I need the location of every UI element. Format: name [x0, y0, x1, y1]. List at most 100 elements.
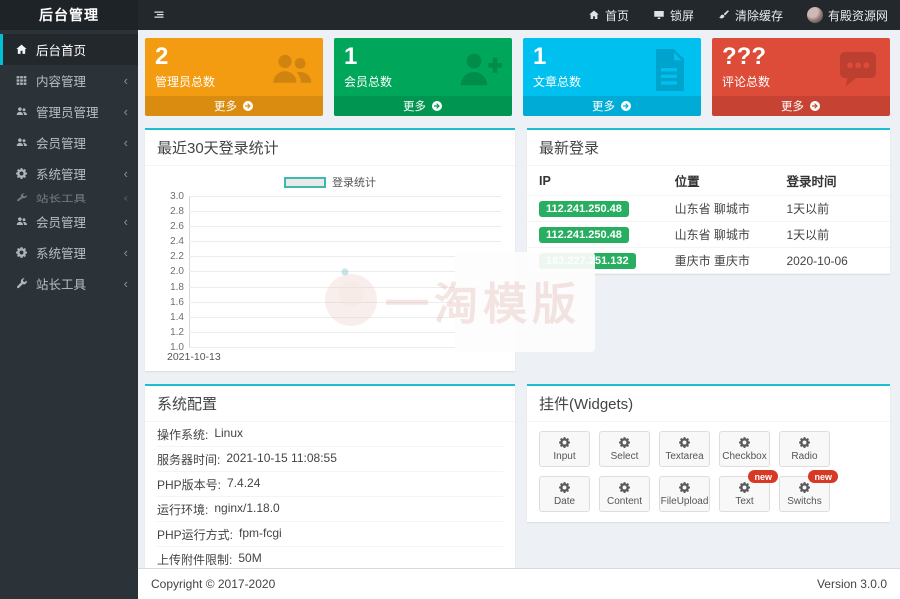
comments-bubble-icon	[834, 46, 882, 94]
grid-icon	[15, 74, 28, 87]
widget-button[interactable]: FileUpload	[659, 476, 710, 512]
widget-label: Text	[735, 496, 753, 507]
ip-badge: 183.227.251.132	[539, 253, 636, 269]
location-cell: 重庆市 重庆市	[675, 252, 787, 269]
gear-icon	[558, 436, 571, 449]
username: 有殿资源网	[828, 7, 888, 24]
config-value: nginx/1.18.0	[214, 501, 279, 518]
column-header: 位置	[675, 171, 787, 190]
widget-button[interactable]: Input	[539, 431, 590, 467]
chevron-left-icon	[124, 277, 128, 290]
home-icon	[15, 43, 28, 56]
sidebar-item-dashboard[interactable]: 后台首页	[0, 34, 138, 65]
chevron-left-icon	[124, 246, 128, 259]
users-icon	[15, 136, 28, 149]
lock-screen-icon	[653, 9, 665, 21]
sidebar-toggle-button[interactable]	[138, 0, 180, 30]
navbar-link-home[interactable]: 首页	[576, 0, 641, 30]
gear-icon	[618, 436, 631, 449]
gear-icon	[15, 246, 28, 259]
card-member-total: 1 会员总数 更多	[334, 38, 512, 116]
y-tick-label: 1.2	[157, 327, 184, 338]
page-footer: Copyright © 2017-2020 Version 3.0.0	[138, 568, 900, 599]
widget-button[interactable]: Content	[599, 476, 650, 512]
sidebar-item-members[interactable]: 会员管理	[0, 127, 138, 158]
y-tick-label: 1.4	[157, 312, 184, 323]
admin-dashboard: 后台管理 首页 锁屏	[0, 0, 900, 599]
widgets-grid: Input Select Textarea	[527, 422, 890, 522]
system-config-panel: 系统配置 操作系统: Linux 服务器时间: 2021-10-15 11:08…	[145, 384, 515, 599]
chevron-left-icon	[124, 215, 128, 228]
sidebar-item-webmaster-tools[interactable]: 站长工具	[0, 191, 138, 204]
navbar-link-clear-cache[interactable]: 清除缓存	[706, 0, 795, 30]
panel-title-system-config: 系统配置	[145, 386, 515, 422]
sidebar-item-admins[interactable]: 管理员管理	[0, 96, 138, 127]
arrow-circle-right-icon	[809, 100, 821, 112]
widget-button[interactable]: Select	[599, 431, 650, 467]
chevron-left-icon	[124, 105, 128, 118]
chart-data-point	[341, 269, 348, 276]
sidebar-item-content[interactable]: 内容管理	[0, 65, 138, 96]
latest-login-panel: 最新登录 IP位置登录时间 112.241.250.48 山东省 聊城市 1天以…	[527, 128, 890, 274]
clear-cache-icon	[718, 9, 730, 21]
config-label: PHP版本号:	[157, 476, 221, 493]
widget-button[interactable]: Textarea	[659, 431, 710, 467]
widget-button[interactable]: Radio	[779, 431, 830, 467]
sidebar-item-system-2[interactable]: 系统管理	[0, 237, 138, 268]
widget-label: Content	[607, 496, 642, 507]
login-time-cell: 1天以前	[786, 200, 878, 217]
card-more-link[interactable]: 更多	[712, 96, 890, 116]
panel-title-login-stats: 最近30天登录统计	[145, 130, 515, 166]
legend-label: 登录统计	[332, 174, 376, 190]
version-text: Version 3.0.0	[817, 577, 887, 591]
login-table-body: 112.241.250.48 山东省 聊城市 1天以前 112.241.250.…	[527, 196, 890, 274]
avatar	[807, 7, 823, 23]
line-chart: 3.0 2.8 2.6	[157, 196, 503, 348]
navbar-link-lockscreen[interactable]: 锁屏	[641, 0, 706, 30]
chart-legend: 登录统计	[157, 174, 503, 190]
config-label: 服务器时间:	[157, 451, 220, 468]
gridline	[189, 287, 501, 288]
card-more-link[interactable]: 更多	[145, 96, 323, 116]
row-3: 系统配置 操作系统: Linux 服务器时间: 2021-10-15 11:08…	[145, 384, 890, 599]
panel-title-latest-login: 最新登录	[527, 130, 890, 166]
wrench-icon	[15, 277, 28, 290]
sidebar-item-system[interactable]: 系统管理	[0, 158, 138, 189]
widget-label: Checkbox	[722, 451, 766, 462]
config-label: 上传附件限制:	[157, 551, 232, 568]
user-menu[interactable]: 有殿资源网	[795, 0, 900, 30]
sidebar: 后台首页 内容管理 管理员管理 会员管理	[0, 30, 138, 599]
widget-button[interactable]: Switchs new	[779, 476, 830, 512]
widget-label: FileUpload	[661, 496, 709, 507]
legend-swatch	[284, 177, 326, 188]
widget-button[interactable]: Text new	[719, 476, 770, 512]
gear-icon	[618, 481, 631, 494]
card-more-link[interactable]: 更多	[334, 96, 512, 116]
gear-icon	[798, 481, 811, 494]
y-tick-label: 2.4	[157, 236, 184, 247]
widget-button[interactable]: Date	[539, 476, 590, 512]
gridline	[189, 241, 501, 242]
gear-icon	[678, 436, 691, 449]
widget-button[interactable]: Checkbox	[719, 431, 770, 467]
gridline	[189, 317, 501, 318]
config-row: 运行环境: nginx/1.18.0	[157, 497, 503, 522]
x-tick-label: 2021-10-13	[167, 351, 503, 363]
gridline	[189, 211, 501, 212]
more-label: 更多	[592, 98, 615, 114]
location-cell: 山东省 聊城市	[675, 200, 787, 217]
more-label: 更多	[781, 98, 804, 114]
column-header: 登录时间	[786, 171, 878, 190]
new-badge: new	[748, 470, 778, 483]
gridline	[189, 302, 501, 303]
sidebar-item-webmaster-tools-2[interactable]: 站长工具	[0, 268, 138, 299]
config-value: Linux	[214, 426, 243, 443]
sidebar-item-members-2[interactable]: 会员管理	[0, 206, 138, 237]
y-tick-label: 2.0	[157, 266, 184, 277]
widgets-panel: 挂件(Widgets) Input Select	[527, 384, 890, 522]
y-tick-label: 1.6	[157, 297, 184, 308]
config-row: 操作系统: Linux	[157, 422, 503, 447]
card-more-link[interactable]: 更多	[523, 96, 701, 116]
arrow-circle-right-icon	[620, 100, 632, 112]
widget-label: Switchs	[787, 496, 821, 507]
